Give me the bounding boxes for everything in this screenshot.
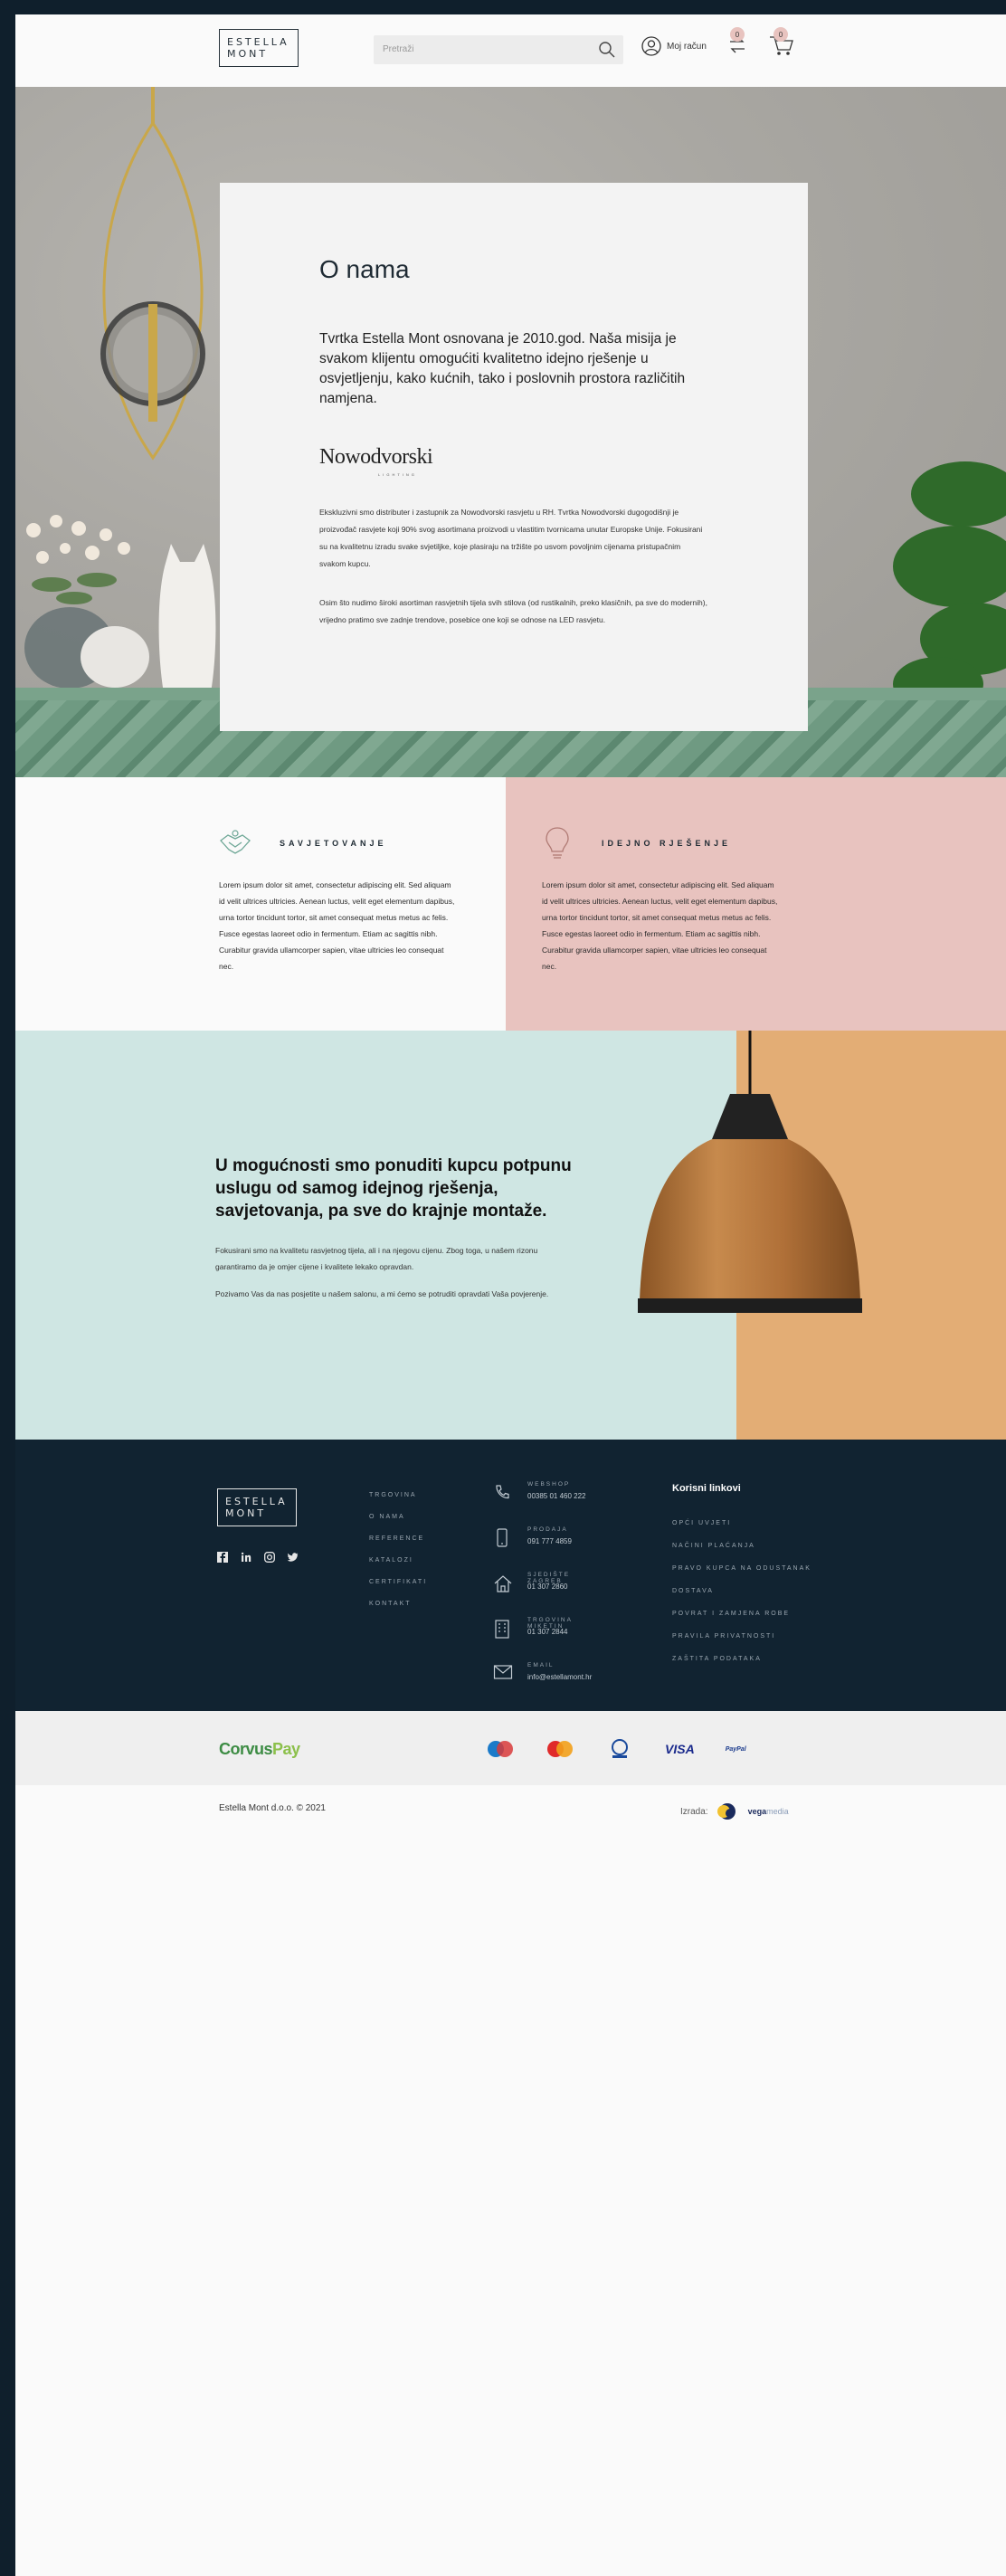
useful-link[interactable]: POVRAT I ZAMJENA ROBE <box>672 1602 811 1625</box>
footer-logo-line1: ESTELLA <box>225 1496 288 1507</box>
promo-text-1: Fokusirani smo na kvalitetu rasvjetnog t… <box>215 1246 538 1271</box>
footer-logo-line2: MONT <box>225 1507 267 1519</box>
mobile-icon <box>497 1528 508 1547</box>
footer-nav-item[interactable]: KONTAKT <box>369 1593 427 1615</box>
card-logos: VISA PayPal <box>486 1738 746 1760</box>
vegamedia-logo-icon[interactable] <box>716 1801 741 1821</box>
instagram-icon[interactable] <box>264 1552 275 1563</box>
logo-line2: MONT <box>227 48 269 60</box>
nowodvorski-logo: Nowodvorski <box>319 445 433 469</box>
cat-figurine-image <box>158 544 216 698</box>
handshake-icon <box>220 830 251 854</box>
footer-nav-item[interactable]: KATALOZI <box>369 1550 427 1572</box>
service-consulting: SAVJETOVANJE Lorem ipsum dolor sit amet,… <box>15 777 506 1031</box>
pendant-lamp-image <box>100 87 205 461</box>
contact-value[interactable]: 091 777 4859 <box>527 1537 572 1545</box>
contact-value[interactable]: 00385 01 460 222 <box>527 1492 586 1500</box>
search-icon[interactable] <box>598 41 616 59</box>
promo-heading: U mogućnosti smo ponuditi kupcu potpunu … <box>215 1156 572 1221</box>
useful-link[interactable]: ZAŠTITA PODATAKA <box>672 1648 811 1670</box>
footer-nav-item[interactable]: REFERENCE <box>369 1528 427 1550</box>
search-placeholder: Pretraži <box>383 44 414 54</box>
service-idea-text: Lorem ipsum dolor sit amet, consectetur … <box>542 880 778 971</box>
mastercard-icon <box>547 1741 573 1757</box>
page: ESTELLA MONT Pretraži Moj račun 0 0 O na… <box>15 14 1006 2576</box>
cart-badge: 0 <box>773 27 788 42</box>
service-consulting-text: Lorem ipsum dolor sit amet, consectetur … <box>219 880 455 971</box>
contact-label: EMAIL <box>527 1662 555 1668</box>
diners-icon <box>612 1739 628 1758</box>
contact-label: PRODAJA <box>527 1526 568 1533</box>
agency-name: vega <box>747 1807 767 1816</box>
useful-link[interactable]: OPĆI UVJETI <box>672 1512 811 1535</box>
paypal-logo: PayPal <box>725 1745 746 1753</box>
useful-link[interactable]: PRAVO KUPCA NA ODUSTANAK <box>672 1557 811 1580</box>
service-consulting-title: SAVJETOVANJE <box>280 839 387 848</box>
footer-nav-item[interactable]: CERTIFIKATI <box>369 1572 427 1593</box>
nowodvorski-logo-sub: LIGHTING <box>378 472 417 477</box>
mail-icon <box>493 1665 513 1679</box>
twitter-icon[interactable] <box>288 1552 299 1563</box>
wooden-pendant-lamp-image <box>638 1031 862 1313</box>
useful-link[interactable]: DOSTAVA <box>672 1580 811 1602</box>
lightbulb-icon <box>546 827 569 859</box>
user-icon <box>641 36 661 56</box>
promo-section: U mogućnosti smo ponuditi kupcu potpunu … <box>15 1031 1006 1440</box>
about-card: O nama Tvrtka Estella Mont osnovana je 2… <box>220 183 808 731</box>
agency-suffix: media <box>766 1807 789 1816</box>
logo-line1: ESTELLA <box>227 36 289 48</box>
footer-nav-item[interactable]: O NAMA <box>369 1507 427 1528</box>
corvuspay-logo-suffix: Pay <box>272 1740 300 1758</box>
footer: ESTELLA MONT TRGOVINA O NAMA REFERENCE K… <box>15 1440 1006 1711</box>
building-icon <box>495 1620 509 1639</box>
useful-link[interactable]: NAČINI PLAĆANJA <box>672 1535 811 1557</box>
social-links <box>217 1552 299 1563</box>
header: ESTELLA MONT Pretraži Moj račun 0 0 <box>15 14 1006 87</box>
vegamedia-logo[interactable]: vegamedia <box>748 1807 789 1816</box>
maestro-icon <box>488 1741 513 1757</box>
useful-links: Korisni linkovi OPĆI UVJETI NAČINI PLAĆA… <box>672 1483 811 1670</box>
contact-value[interactable]: 01 307 2844 <box>527 1628 568 1636</box>
monstera-plant-image <box>893 461 1006 711</box>
about-paragraph-1: Ekskluzivni smo distributer i zastupnik … <box>319 508 703 568</box>
logo[interactable]: ESTELLA MONT <box>219 29 299 67</box>
facebook-icon[interactable] <box>217 1552 228 1563</box>
compare-badge: 0 <box>730 27 745 42</box>
linkedin-icon[interactable] <box>241 1552 252 1563</box>
contact-label: WEBSHOP <box>527 1481 571 1488</box>
useful-link[interactable]: PRAVILA PRIVATNOSTI <box>672 1625 811 1648</box>
service-idea-title: IDEJNO RJEŠENJE <box>602 839 732 848</box>
made-by: Izrada: vegamedia <box>680 1801 789 1821</box>
footer-nav: TRGOVINA O NAMA REFERENCE KATALOZI CERTI… <box>369 1485 427 1615</box>
corvuspay-logo-text: Corvus <box>219 1740 273 1758</box>
home-icon <box>494 1575 512 1592</box>
search-input[interactable]: Pretraži <box>374 35 623 64</box>
contact-value[interactable]: info@estellamont.hr <box>527 1673 592 1681</box>
made-by-label: Izrada: <box>680 1806 708 1817</box>
footer-nav-item[interactable]: TRGOVINA <box>369 1485 427 1507</box>
useful-links-title: Korisni linkovi <box>672 1483 741 1494</box>
contact-value[interactable]: 01 307 2860 <box>527 1583 568 1591</box>
promo-text-2: Pozivamo Vas da nas posjetite u našem sa… <box>215 1289 549 1298</box>
phone-icon <box>496 1485 509 1499</box>
payment-strip: CorvusPay VISA PayPal <box>15 1711 1006 1785</box>
about-lead: Tvrtka Estella Mont osnovana je 2010.god… <box>319 331 686 406</box>
cart-button[interactable]: 0 <box>768 27 795 62</box>
footer-logo[interactable]: ESTELLA MONT <box>217 1488 297 1526</box>
compare-button[interactable]: 0 <box>725 27 750 62</box>
about-paragraph-2: Osim što nudimo široki asortiman rasvjet… <box>319 598 707 624</box>
account-link[interactable]: Moj račun <box>641 36 707 56</box>
about-title: O nama <box>319 255 410 283</box>
copyright: Estella Mont d.o.o. © 2021 <box>219 1803 326 1813</box>
bottom-bar: Estella Mont d.o.o. © 2021 Izrada: vegam… <box>15 1785 1006 1830</box>
visa-logo: VISA <box>665 1742 695 1756</box>
corvuspay-logo: CorvusPay <box>219 1740 300 1759</box>
account-label: Moj račun <box>667 41 707 52</box>
service-idea: IDEJNO RJEŠENJE Lorem ipsum dolor sit am… <box>506 777 1006 1031</box>
